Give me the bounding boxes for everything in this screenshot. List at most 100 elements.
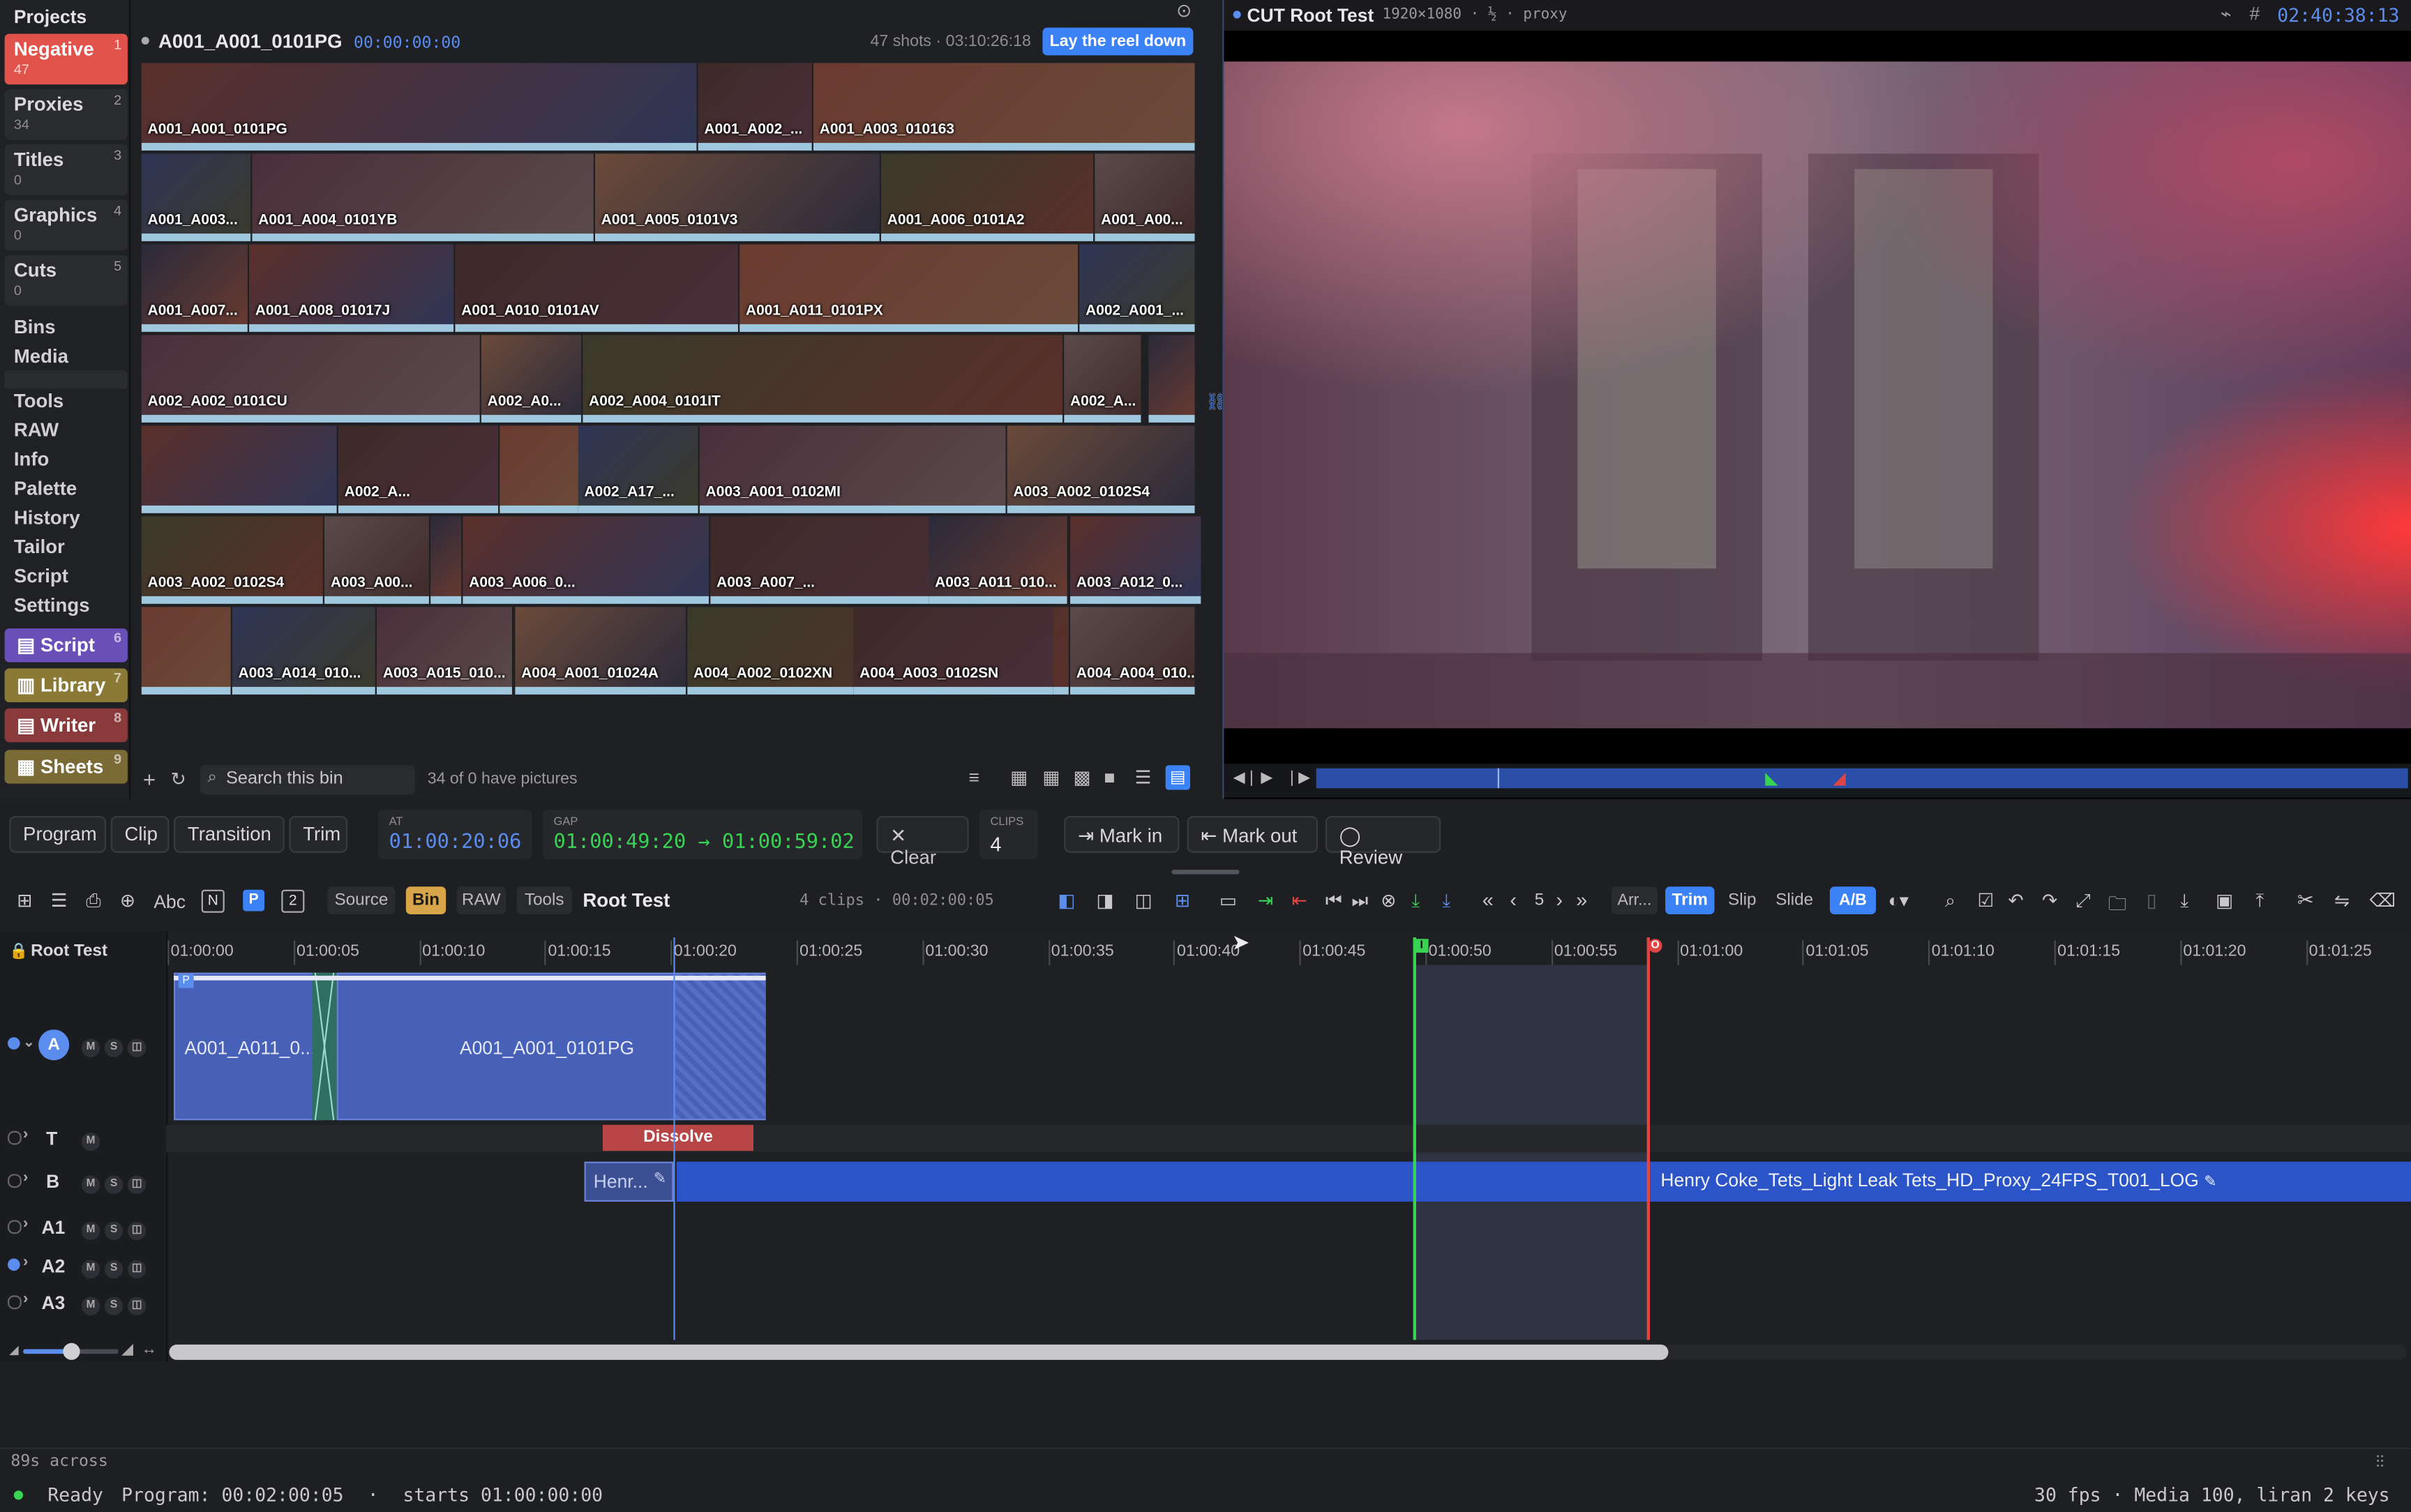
add-icon[interactable]: + bbox=[143, 766, 156, 791]
panel-resize-handle[interactable] bbox=[1171, 870, 1240, 875]
arrange-button[interactable]: Arr... bbox=[1611, 886, 1658, 914]
lock-icon[interactable]: 🔒 bbox=[9, 944, 28, 960]
transition-marker[interactable] bbox=[312, 972, 337, 1121]
timeline-scrollbar-thumb[interactable] bbox=[169, 1344, 1669, 1360]
in-marker[interactable]: I bbox=[1414, 939, 1429, 953]
clip-thumbnail[interactable]: A001_A010_0101AV bbox=[455, 244, 738, 332]
delete-icon[interactable]: ⌫ bbox=[2370, 890, 2396, 912]
mute-button[interactable]: M bbox=[81, 1296, 100, 1315]
overwrite-icon[interactable]: ⤓ bbox=[1442, 890, 1450, 913]
grid-icon[interactable]: # bbox=[2250, 3, 2260, 24]
raw-button[interactable]: RAW bbox=[456, 886, 506, 914]
clip-thumbnail[interactable] bbox=[141, 425, 337, 513]
clip-thumbnail[interactable]: A001_A001_0101PG bbox=[141, 63, 697, 151]
nudge-back-icon[interactable]: ‹ bbox=[1510, 889, 1517, 912]
n-button[interactable]: N bbox=[201, 889, 225, 913]
clip-thumbnail[interactable] bbox=[430, 516, 462, 604]
clip-thumbnail[interactable]: A002_A... bbox=[338, 425, 499, 513]
solo-button[interactable]: S bbox=[104, 1296, 123, 1315]
clear-button[interactable]: ✕ Clear bbox=[876, 815, 969, 868]
step-back-icon[interactable]: ◀❘ bbox=[1233, 770, 1258, 787]
chevron-right-icon[interactable]: › bbox=[23, 1170, 28, 1186]
zoom-out-icon[interactable]: ◢ bbox=[9, 1343, 19, 1357]
chevron-right-icon[interactable]: › bbox=[23, 1126, 28, 1143]
dissolve-transition[interactable]: Dissolve bbox=[603, 1124, 754, 1151]
panel-left-icon[interactable]: ◧ bbox=[1058, 890, 1075, 912]
mark-in-button[interactable]: ⇥ Mark in bbox=[1064, 815, 1180, 853]
split-icon[interactable]: ⇋ bbox=[2334, 890, 2350, 912]
clip-thumbnail[interactable]: A003_A011_010... bbox=[929, 516, 1067, 604]
track-name-a1[interactable]: A1 bbox=[42, 1217, 66, 1239]
zoom-in-icon[interactable]: ◢ bbox=[121, 1341, 133, 1358]
clip-thumbnail[interactable] bbox=[1148, 335, 1195, 423]
nav-palette[interactable]: Palette bbox=[14, 478, 77, 499]
project-proxies[interactable]: Proxies 34 2 bbox=[4, 89, 128, 140]
search-icon[interactable]: ⌕ bbox=[1945, 890, 1955, 913]
tab-clip[interactable]: Clip bbox=[110, 815, 170, 853]
lock-icon[interactable]: ◫ bbox=[127, 1296, 147, 1315]
add-box-icon[interactable]: ⊕ bbox=[120, 890, 135, 912]
nav-settings[interactable]: Settings bbox=[14, 595, 90, 617]
scrubber-playhead[interactable] bbox=[1497, 768, 1499, 789]
clip-thumbnail[interactable]: A002_A002_0101CU bbox=[141, 335, 480, 423]
review-button[interactable]: ◯ Review bbox=[1325, 815, 1441, 868]
lock-icon[interactable]: ◫ bbox=[127, 1175, 147, 1194]
mute-button[interactable]: M bbox=[81, 1038, 100, 1057]
import-icon[interactable]: ⤓ bbox=[2180, 890, 2188, 913]
clip-thumbnail[interactable]: A004_A004_010... bbox=[1070, 607, 1195, 695]
checkbox-icon[interactable]: ☑ bbox=[1977, 890, 1994, 912]
track-name-a3[interactable]: A3 bbox=[42, 1292, 66, 1314]
solo-button[interactable]: S bbox=[104, 1175, 123, 1194]
mute-button[interactable]: M bbox=[81, 1221, 100, 1240]
grid-large-icon[interactable]: ▩ bbox=[1073, 766, 1090, 788]
clip-thumbnail[interactable] bbox=[141, 607, 231, 695]
playhead[interactable] bbox=[673, 937, 675, 1340]
sliders-icon[interactable]: ≡ bbox=[969, 766, 979, 788]
app-library-button[interactable]: ▥ Library 7 bbox=[4, 668, 128, 702]
bin-button[interactable]: Bin bbox=[405, 886, 446, 914]
columns-icon[interactable]: ◫ bbox=[1135, 890, 1152, 912]
clip-thumbnail[interactable]: A003_A014_010... bbox=[232, 607, 375, 695]
track-dot-icon[interactable] bbox=[8, 1220, 22, 1234]
grid-medium-icon[interactable]: ▦ bbox=[1042, 766, 1060, 788]
solo-button[interactable]: S bbox=[104, 1038, 123, 1057]
fit-icon[interactable]: ↔ bbox=[142, 1341, 157, 1358]
track-dot-icon[interactable] bbox=[8, 1037, 20, 1050]
project-graphics[interactable]: Graphics 0 4 bbox=[4, 199, 128, 251]
solo-button[interactable]: S bbox=[104, 1260, 123, 1278]
frame-icon[interactable]: ▭ bbox=[1219, 890, 1237, 912]
clip-thumbnail[interactable]: A003_A012_0... bbox=[1070, 516, 1201, 604]
expand-icon[interactable]: ⤢ bbox=[2076, 890, 2091, 913]
clip-thumbnail[interactable] bbox=[500, 425, 580, 513]
refresh-icon[interactable]: ↻ bbox=[171, 769, 186, 790]
tools-button[interactable]: Tools bbox=[516, 886, 572, 914]
nudge-amount[interactable]: 5 bbox=[1535, 891, 1545, 909]
film-icon[interactable]: ▣ bbox=[2216, 890, 2233, 912]
nav-raw[interactable]: RAW bbox=[14, 420, 59, 441]
chevron-right-icon[interactable]: › bbox=[23, 1216, 28, 1232]
two-button[interactable]: 2 bbox=[281, 889, 305, 913]
clip-thumbnail[interactable]: A002_A001_... bbox=[1079, 244, 1195, 332]
clip-thumbnail[interactable]: A001_A003... bbox=[141, 153, 251, 241]
slide-mode-button[interactable]: Slide bbox=[1770, 886, 1819, 914]
p-button[interactable]: P bbox=[243, 889, 265, 912]
mute-button[interactable]: M bbox=[81, 1260, 100, 1278]
track-dot-icon[interactable] bbox=[8, 1295, 22, 1310]
out-point-line[interactable] bbox=[1646, 937, 1650, 1340]
clip-handle[interactable] bbox=[675, 974, 766, 1119]
project-cuts[interactable]: Cuts 0 5 bbox=[4, 255, 128, 306]
undo-icon[interactable]: ↶ bbox=[2008, 890, 2024, 912]
project-negative[interactable]: Negative 47 1 bbox=[4, 33, 128, 85]
insert-icon[interactable]: ⤓ bbox=[1411, 890, 1420, 913]
track-dot-icon[interactable] bbox=[8, 1258, 20, 1271]
palette-icon[interactable]: ◐▾ bbox=[1888, 890, 1909, 912]
list-view-icon[interactable]: ☰ bbox=[1135, 766, 1152, 788]
export-icon[interactable]: ⤒ bbox=[2255, 890, 2264, 913]
tab-trim[interactable]: Trim bbox=[289, 815, 348, 853]
page-icon[interactable]: ▯ bbox=[2147, 890, 2157, 912]
clip-thumbnail[interactable]: A001_A011_0101PX bbox=[739, 244, 1079, 332]
chevron-right-icon[interactable]: › bbox=[23, 1291, 28, 1308]
in-point-icon[interactable]: ◣ bbox=[1765, 769, 1778, 788]
clip-thumbnail[interactable]: A003_A002_0102S4 bbox=[1007, 425, 1195, 513]
clip-thumbnail[interactable]: A001_A008_01017J bbox=[249, 244, 454, 332]
